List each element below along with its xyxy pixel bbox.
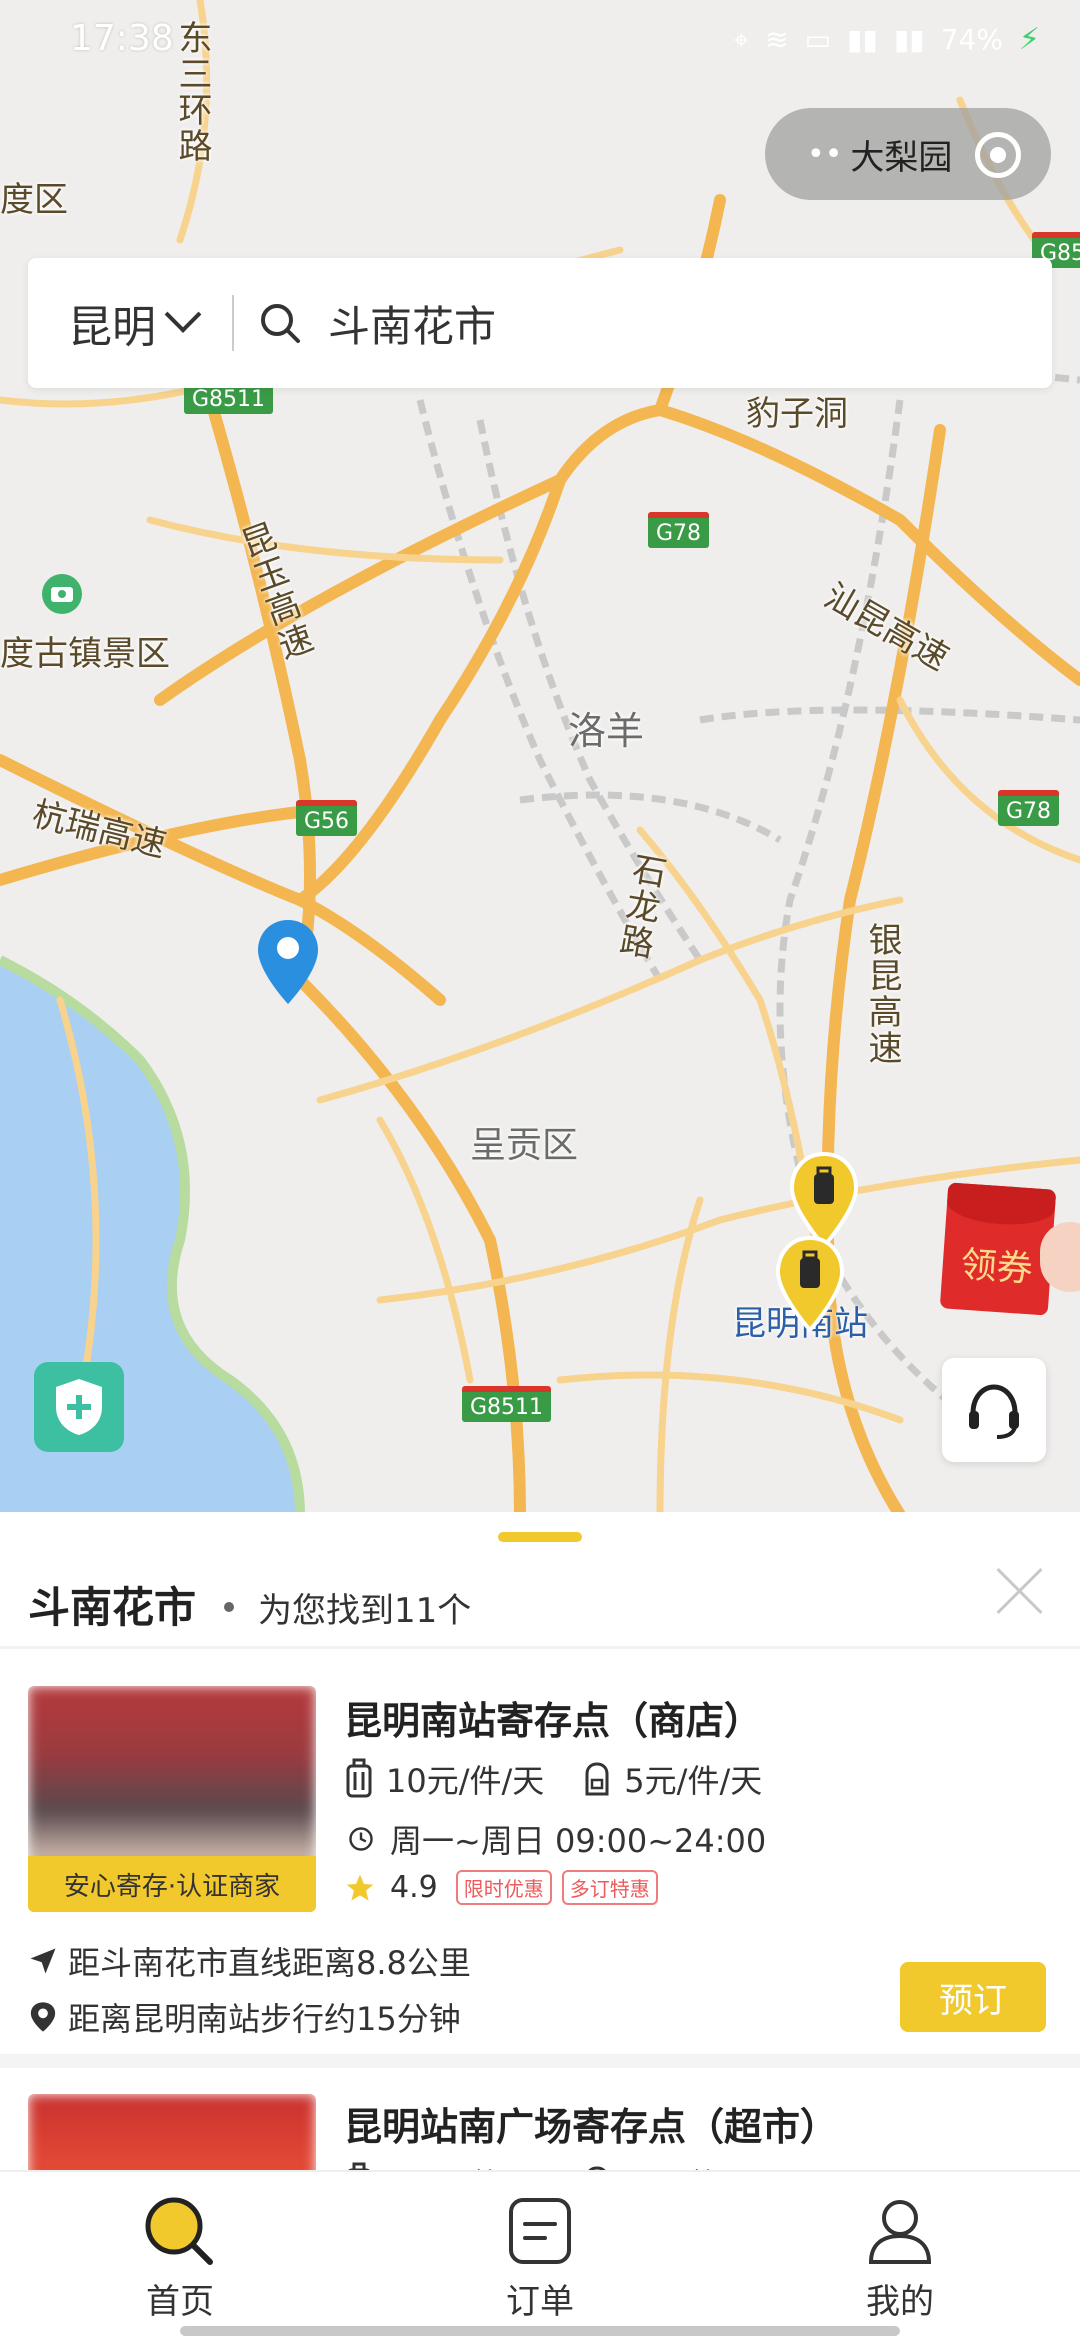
city-label: 昆明	[68, 302, 156, 353]
tab-orders[interactable]: 订单	[450, 2196, 630, 2323]
bag-price: 5元/件/天	[624, 1762, 763, 1800]
star-icon	[346, 1874, 374, 1901]
promo-tag: 限时优惠	[455, 1870, 552, 1905]
distance-row: 距斗南花市直线距离8.8公里	[28, 1938, 471, 1984]
luggage-pin-icon[interactable]	[788, 1152, 860, 1248]
charging-icon: ⚡	[1018, 22, 1040, 57]
tab-home[interactable]: 首页	[90, 2196, 270, 2323]
status-icons: ⌖ ≋ ▭ ▮▮ ▮▮ 74% ⚡	[733, 22, 1040, 57]
navigation-arrow-icon	[30, 1948, 56, 1974]
status-time: 17:38	[70, 18, 174, 59]
city-selector[interactable]: 昆明	[68, 291, 202, 355]
book-button[interactable]: 预订	[900, 1962, 1046, 2032]
luggage-icon	[346, 1758, 372, 1798]
close-icon[interactable]	[992, 1564, 1046, 1618]
search-icon	[261, 304, 300, 343]
road-shield: G8511	[462, 1386, 552, 1422]
camera-icon	[42, 574, 82, 614]
road-shield: G78	[998, 790, 1060, 826]
shield-icon	[56, 1379, 102, 1435]
battery-text: 74%	[940, 23, 1003, 56]
divider	[0, 1646, 1080, 1649]
status-bar: 17:38 ⌖ ≋ ▭ ▮▮ ▮▮ 74% ⚡	[0, 0, 1080, 80]
home-indicator	[180, 2326, 900, 2336]
coupon-label: 领券	[959, 1244, 1035, 1291]
headset-icon	[969, 1384, 1019, 1439]
promo-tag: 多订特惠	[561, 1870, 658, 1905]
search-icon	[145, 2197, 213, 2265]
clock-icon	[349, 1827, 373, 1851]
map-label: 银昆高速	[862, 922, 902, 1066]
result-count: 为您找到11个	[258, 1591, 472, 1631]
hours-text: 周一~周日 09:00~24:00	[390, 1822, 767, 1860]
map-base	[0, 0, 1080, 1515]
signal-icon: ▮▮	[893, 23, 925, 56]
location-pin-icon[interactable]	[256, 918, 320, 1006]
safety-shield-button[interactable]	[34, 1362, 124, 1452]
map-label: 洛羊	[568, 709, 645, 753]
drag-handle[interactable]	[498, 1532, 582, 1542]
chevron-down-icon	[164, 296, 202, 333]
opening-hours: 周一~周日 09:00~24:00	[344, 1816, 766, 1862]
map-label: 豹子洞	[746, 394, 848, 434]
order-icon	[509, 2198, 571, 2264]
distance-text: 距斗南花市直线距离8.8公里	[68, 1944, 471, 1982]
map-label: 度古镇景区	[0, 634, 170, 674]
separator-dot	[224, 1602, 235, 1612]
road-shield: G56	[296, 800, 358, 836]
tab-label: 首页	[146, 2282, 214, 2322]
tab-label: 我的	[866, 2282, 934, 2322]
map-label: 度区	[0, 180, 68, 220]
map-view[interactable]: G8511 G78 G56 G78 G8511 G85 东三环路 度区 昆玉高速…	[0, 0, 1080, 1515]
card-divider	[0, 2054, 1080, 2068]
signal-icon: ▮▮	[847, 23, 878, 56]
rating-row: 4.9 限时优惠 多订特惠	[344, 1870, 658, 1905]
coupon-button[interactable]: 领券	[939, 1182, 1057, 1316]
more-dots-icon: ••	[807, 136, 843, 172]
profile-icon	[868, 2200, 932, 2264]
tab-label: 订单	[506, 2282, 574, 2322]
luggage-price: 10元/件/天	[386, 1762, 545, 1800]
rating-value: 4.9	[390, 1870, 438, 1905]
search-bar: 昆明	[28, 258, 1052, 388]
walk-row: 距离昆明南站步行约15分钟	[28, 1994, 461, 2040]
tab-bar: 首页 订单 我的	[0, 2170, 1080, 2340]
backpack-icon	[585, 1762, 609, 1796]
customer-service-button[interactable]	[942, 1358, 1046, 1462]
map-label: 呈贡区	[470, 1125, 579, 1166]
price-row: 10元/件/天 5元/件/天	[344, 1756, 762, 1802]
location-capsule[interactable]: •• 大梨园	[765, 108, 1051, 200]
capsule-label: 大梨园	[850, 137, 953, 178]
divider	[232, 295, 234, 351]
walk-text: 距离昆明南站步行约15分钟	[68, 2000, 461, 2038]
wifi-icon: ≋	[765, 23, 789, 56]
store-thumbnail: 安心寄存·认证商家	[28, 1686, 316, 1912]
hd-icon: ▭	[804, 23, 832, 56]
results-sheet: 斗南花市 为您找到11个 安心寄存·认证商家 昆明南站寄存点（商店） 10元/件…	[0, 1512, 1080, 2214]
location-icon: ⌖	[733, 22, 750, 56]
store-name: 昆明南站寄存点（商店）	[344, 1699, 763, 1743]
store-name: 昆明站南广场寄存点（超市）	[344, 2105, 839, 2149]
road-shield: G78	[648, 512, 710, 548]
sheet-header: 斗南花市 为您找到11个	[28, 1574, 471, 1635]
verified-badge: 安心寄存·认证商家	[28, 1856, 316, 1912]
tab-profile[interactable]: 我的	[810, 2196, 990, 2323]
location-pin-small-icon	[30, 2002, 56, 2032]
locate-target-icon[interactable]	[975, 132, 1021, 178]
sheet-title: 斗南花市	[28, 1583, 197, 1632]
luggage-pin-icon[interactable]	[774, 1236, 846, 1332]
search-input[interactable]	[328, 298, 928, 348]
